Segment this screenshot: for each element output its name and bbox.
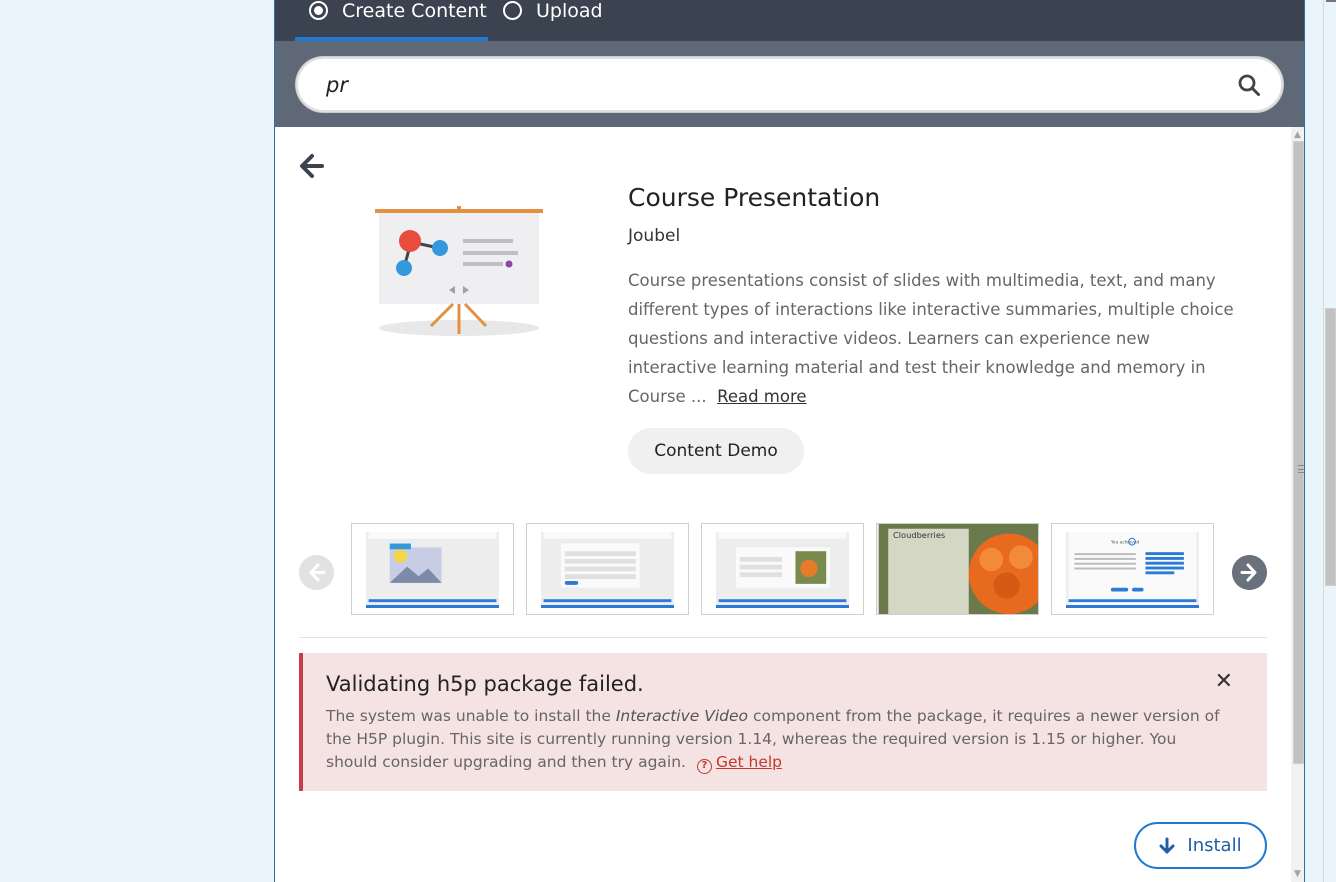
mode-tabs: Create Content Upload [275,0,1304,41]
screenshot-summary-slide: You achieved [1066,532,1199,608]
tab-label: Upload [536,0,603,22]
screenshot-thumbnail[interactable]: Cloudberries [876,523,1039,615]
screenshot-question-slide [541,532,674,608]
screenshot-caption: Cloudberries [893,530,945,540]
back-arrow-icon[interactable] [298,152,326,180]
page-scroll-top-mark [1326,0,1336,4]
page-scrollbar[interactable] [1318,0,1336,882]
screenshot-thumbnail[interactable] [701,523,864,615]
screenshot-thumbnail[interactable]: You achieved [1051,523,1214,615]
search-input[interactable] [326,69,1206,101]
course-presentation-icon [375,206,543,336]
get-help-link[interactable]: ? Get help [691,753,782,774]
screenshot-thumbnail[interactable] [351,523,514,615]
content-title: Course Presentation [628,183,881,212]
tab-create-content[interactable]: Create Content [309,0,487,41]
close-icon[interactable]: ✕ [1215,669,1233,694]
screenshot-image-question-slide [716,532,849,608]
alert-message-start: The system was unable to install the [326,707,616,725]
read-more-link[interactable]: Read more [717,387,806,406]
install-label: Install [1187,835,1242,856]
get-help-label: Get help [715,753,782,771]
content-demo-button[interactable]: Content Demo [628,428,804,474]
carousel-prev-arrow-icon[interactable] [299,555,334,590]
content-description: Course presentations consist of slides w… [628,266,1238,411]
scroll-down-arrow-icon[interactable]: ▼ [1294,869,1301,879]
carousel-next-arrow-icon[interactable] [1232,555,1267,590]
help-circle-icon: ? [696,759,712,774]
content-scrollbar[interactable]: ▲ ▼ [1291,127,1304,882]
page-scroll-track [1323,0,1324,882]
arrow-down-icon [1159,837,1175,853]
install-button[interactable]: Install [1134,822,1267,869]
alert-message: The system was unable to install the Int… [326,705,1226,774]
section-divider [299,637,1267,638]
search-icon[interactable] [1237,73,1261,97]
radio-selected-icon[interactable] [309,1,328,20]
content-owner: Joubel [628,226,681,246]
radio-unselected-icon[interactable] [503,1,522,20]
content-scroll-thumb[interactable] [1293,141,1304,764]
h5p-editor-panel: Create Content Upload pr Course Presenta… [274,0,1305,882]
scroll-up-arrow-icon[interactable]: ▲ [1294,130,1301,140]
search-bar [275,41,1304,127]
scroll-grip-icon [1298,465,1304,473]
alert-component-name: Interactive Video [615,707,749,725]
screenshot-image-slide [366,532,499,608]
error-alert: Validating h5p package failed. The syste… [299,653,1267,791]
description-text: Course presentations consist of slides w… [628,271,1234,406]
screenshot-thumbnail[interactable] [526,523,689,615]
alert-title: Validating h5p package failed. [326,672,644,696]
page-scroll-thumb[interactable] [1325,308,1336,586]
screenshot-cloudberries-slide: Cloudberries [877,524,1038,614]
tab-label: Create Content [342,0,487,22]
tab-upload[interactable]: Upload [503,0,603,41]
search-box[interactable] [296,57,1283,112]
